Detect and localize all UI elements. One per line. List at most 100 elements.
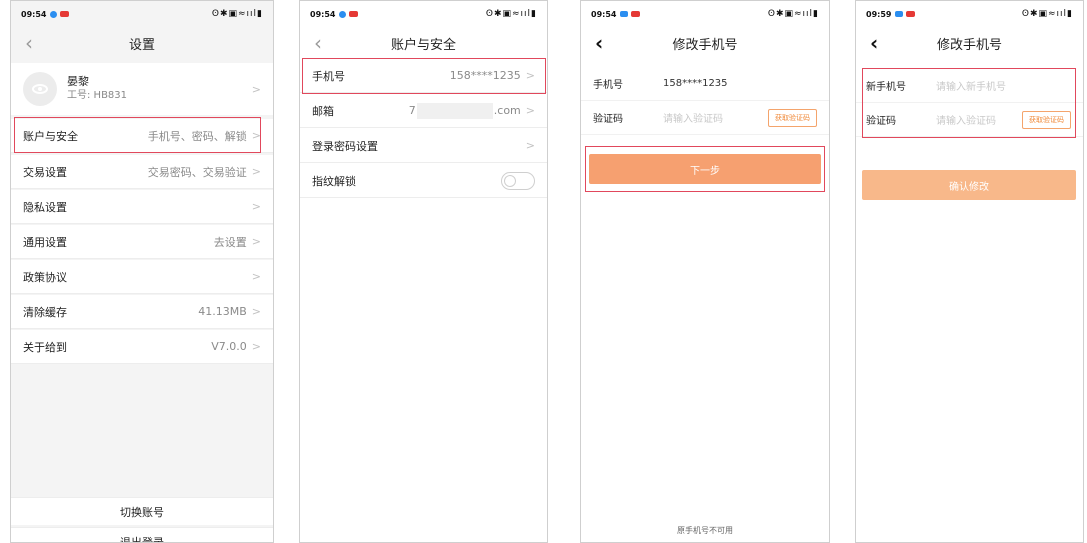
system-icons: ʘ✱▣≈ııl▮ — [1021, 9, 1073, 19]
account-security-screen: 09:54 ʘ✱▣≈ııl▮ ‹ 账户与安全 手机号 158****1235 >… — [299, 0, 548, 543]
row-clear-cache[interactable]: 清除缓存 41.13MB > — [11, 295, 273, 329]
row-privacy-settings[interactable]: 隐私设置 > — [11, 190, 273, 224]
back-icon[interactable]: ‹ — [595, 31, 603, 55]
row-label: 指纹解锁 — [312, 174, 356, 188]
app-dot-icon — [50, 10, 58, 18]
row-label: 通用设置 — [23, 235, 67, 249]
email-suffix: .com — [493, 103, 521, 117]
new-phone-input[interactable]: 请输入新手机号 — [936, 78, 1006, 93]
chevron-right-icon: > — [251, 305, 261, 318]
app-dot-icon — [339, 10, 347, 18]
profile-id: 工号: HB831 — [67, 90, 128, 101]
row-value: 158****1235 — [449, 69, 521, 82]
code-input[interactable]: 请输入验证码 — [936, 112, 996, 127]
page-title: 修改手机号 — [936, 37, 1002, 53]
status-time: 09:54 — [21, 9, 47, 19]
app-square-icon — [620, 11, 629, 17]
row-value: 7 .com — [408, 102, 521, 119]
code-row: 验证码 请输入验证码 获取验证码 — [856, 103, 1083, 137]
new-phone-row: 新手机号 请输入新手机号 — [856, 69, 1083, 103]
chevron-right-icon: > — [525, 104, 535, 117]
row-email[interactable]: 邮箱 7 .com > — [300, 94, 547, 128]
row-value: V7.0.0 — [211, 340, 247, 353]
code-label: 验证码 — [866, 116, 896, 127]
row-phone[interactable]: 手机号 158****1235 > — [300, 59, 547, 93]
old-phone-unavailable-link[interactable]: 原手机号不可用 — [581, 525, 829, 536]
row-label: 账户与安全 — [23, 129, 78, 143]
fingerprint-toggle[interactable] — [501, 171, 535, 190]
avatar — [23, 72, 57, 106]
next-button[interactable]: 下一步 — [589, 154, 821, 184]
status-time: 09:59 — [866, 9, 892, 19]
row-label: 手机号 — [312, 69, 345, 83]
status-bar: 09:54 ʘ✱▣≈ııl▮ — [11, 1, 273, 27]
status-time: 09:54 — [310, 9, 336, 19]
notification-icon — [906, 11, 916, 17]
row-label: 政策协议 — [23, 270, 67, 284]
system-icons: ʘ✱▣≈ııl▮ — [485, 9, 537, 19]
confirm-change-button[interactable]: 确认修改 — [862, 170, 1076, 200]
status-bar: 09:54 ʘ✱▣≈ııl▮ — [300, 1, 547, 27]
logout-button[interactable]: 退出登录 — [11, 527, 273, 542]
settings-screen: 09:54 ʘ✱▣≈ııl▮ ‹ 设置 晏黎 工号: HB831 > 账户与安全… — [10, 0, 274, 543]
chevron-right-icon: > — [251, 129, 261, 142]
row-label: 清除缓存 — [23, 305, 67, 319]
chevron-right-icon: > — [251, 82, 261, 96]
page-title: 修改手机号 — [672, 37, 738, 53]
chevron-right-icon: > — [525, 139, 535, 152]
nav-bar: ‹ 设置 — [11, 27, 273, 59]
phone-label: 手机号 — [593, 80, 623, 91]
row-fingerprint: 指纹解锁 — [300, 164, 547, 198]
status-bar: 09:54 ʘ✱▣≈ııl▮ — [581, 1, 829, 27]
chevron-right-icon: > — [251, 235, 261, 248]
app-square-icon — [895, 11, 904, 17]
status-time: 09:54 — [591, 9, 617, 19]
system-icons: ʘ✱▣≈ııl▮ — [767, 9, 819, 19]
chevron-right-icon: > — [525, 69, 535, 82]
row-about[interactable]: 关于给到 V7.0.0 > — [11, 330, 273, 364]
row-label: 关于给到 — [23, 340, 67, 354]
back-icon[interactable]: ‹ — [870, 31, 878, 55]
eye-icon — [32, 84, 48, 94]
chevron-right-icon: > — [251, 270, 261, 283]
code-input[interactable]: 请输入验证码 — [663, 110, 723, 125]
row-label: 交易设置 — [23, 165, 67, 179]
notification-icon — [631, 11, 641, 17]
phone-row: 手机号 158****1235 — [581, 67, 829, 101]
row-login-password[interactable]: 登录密码设置 > — [300, 129, 547, 163]
back-icon[interactable]: ‹ — [25, 31, 33, 55]
row-value: 去设置 — [213, 235, 247, 249]
row-policy[interactable]: 政策协议 > — [11, 260, 273, 294]
email-prefix: 7 — [408, 103, 416, 117]
row-account-security[interactable]: 账户与安全 手机号、密码、解锁 > — [11, 119, 273, 153]
status-bar: 09:59 ʘ✱▣≈ııl▮ — [856, 1, 1083, 27]
phone-value: 158****1235 — [663, 78, 728, 89]
new-phone-label: 新手机号 — [866, 82, 906, 93]
page-title: 设置 — [128, 37, 155, 53]
switch-account-button[interactable]: 切换账号 — [11, 497, 273, 525]
row-general-settings[interactable]: 通用设置 去设置 > — [11, 225, 273, 259]
row-value: 手机号、密码、解锁 — [147, 129, 247, 143]
nav-bar: ‹ 修改手机号 — [581, 27, 829, 59]
get-code-button[interactable]: 获取验证码 — [1022, 110, 1071, 129]
notification-icon — [60, 11, 70, 17]
code-row: 验证码 请输入验证码 获取验证码 — [581, 101, 829, 135]
row-label: 邮箱 — [312, 104, 334, 118]
row-label: 登录密码设置 — [312, 139, 378, 153]
change-phone-new-screen: 09:59 ʘ✱▣≈ııl▮ ‹ 修改手机号 新手机号 请输入新手机号 验证码 … — [855, 0, 1084, 543]
notification-icon — [349, 11, 359, 17]
email-redacted — [416, 102, 493, 119]
back-icon[interactable]: ‹ — [314, 31, 322, 55]
profile-card[interactable]: 晏黎 工号: HB831 > — [11, 63, 273, 115]
chevron-right-icon: > — [251, 200, 261, 213]
row-value: 41.13MB — [198, 305, 247, 318]
change-phone-verify-screen: 09:54 ʘ✱▣≈ııl▮ ‹ 修改手机号 手机号 158****1235 验… — [580, 0, 830, 543]
get-code-button[interactable]: 获取验证码 — [768, 108, 817, 127]
system-icons: ʘ✱▣≈ııl▮ — [211, 9, 263, 19]
chevron-right-icon: > — [251, 340, 261, 353]
row-trade-settings[interactable]: 交易设置 交易密码、交易验证 > — [11, 155, 273, 189]
code-label: 验证码 — [593, 114, 623, 125]
nav-bar: ‹ 账户与安全 — [300, 27, 547, 59]
nav-bar: ‹ 修改手机号 — [856, 27, 1083, 59]
page-title: 账户与安全 — [390, 37, 456, 53]
